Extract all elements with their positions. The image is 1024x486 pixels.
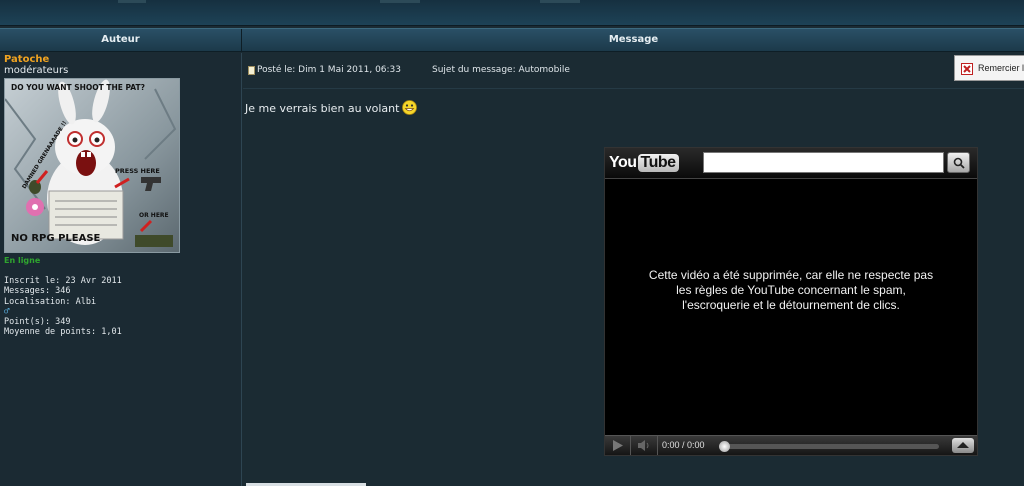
grin-smiley-icon bbox=[402, 100, 418, 115]
video-controls: 0:00 / 0:00 bbox=[605, 435, 977, 455]
stat-messages: Messages: 346 bbox=[4, 286, 71, 297]
message-line: Cette vidéo a été supprimée, car elle ne… bbox=[648, 268, 934, 282]
post-icon[interactable] bbox=[248, 66, 255, 75]
avatar-image: DO YOU WANT SHOOT THE PAT? DAMNED GRENAA… bbox=[5, 79, 179, 252]
avatar: DO YOU WANT SHOOT THE PAT? DAMNED GRENAA… bbox=[4, 78, 180, 253]
chevron-up-icon bbox=[957, 442, 969, 448]
youtube-embed[interactable]: You Tube Cette vidéo a été supprimée, car… bbox=[604, 147, 978, 456]
search-icon bbox=[953, 157, 965, 169]
video-time: 0:00 / 0:00 bbox=[662, 440, 705, 450]
svg-text:PRESS HERE: PRESS HERE bbox=[115, 167, 160, 175]
stat-location: Localisation: Albi bbox=[4, 296, 97, 307]
male-symbol-icon: ♂ bbox=[4, 306, 10, 317]
column-header-message: Message bbox=[608, 34, 659, 45]
close-x-icon bbox=[961, 63, 973, 75]
youtube-top-bar: You Tube bbox=[605, 148, 977, 179]
column-header-author: Auteur bbox=[0, 29, 242, 51]
banner-notch bbox=[118, 0, 146, 3]
svg-text:NO RPG PLEASE: NO RPG PLEASE bbox=[11, 233, 101, 244]
speaker-icon bbox=[638, 440, 649, 451]
stat-joined: Inscrit le: 23 Avr 2011 bbox=[4, 276, 122, 286]
author-username[interactable]: Patoche bbox=[4, 54, 49, 65]
banner-notch bbox=[380, 0, 420, 3]
message-line: l'escroquerie et le détournement de clic… bbox=[682, 298, 900, 312]
stat-avg-points: Moyenne de points: 1,01 bbox=[4, 327, 122, 338]
message-line: les règles de YouTube concernant le spam… bbox=[676, 283, 906, 297]
play-icon bbox=[613, 440, 623, 451]
video-removed-message: Cette vidéo a été supprimée, car elle ne… bbox=[625, 268, 957, 313]
thank-button-label: Remercier l bbox=[978, 63, 1024, 73]
progress-knob[interactable] bbox=[719, 441, 730, 452]
play-button[interactable] bbox=[605, 436, 631, 455]
table-header: Auteur Message bbox=[0, 28, 1024, 52]
post-subject: Sujet du message: Automobile bbox=[432, 65, 570, 75]
expand-button[interactable] bbox=[952, 438, 974, 453]
post-header: Posté le: Dim 1 Mai 2011, 06:33 Sujet du… bbox=[243, 53, 1024, 89]
stat-points: Point(s): 349 bbox=[4, 316, 71, 327]
post-text: Je me verrais bien au volant bbox=[245, 102, 400, 115]
banner-notch bbox=[540, 0, 580, 3]
post-body: Je me verrais bien au volant bbox=[245, 100, 418, 115]
post-date: Posté le: Dim 1 Mai 2011, 06:33 bbox=[257, 65, 402, 75]
search-button[interactable] bbox=[947, 152, 970, 173]
online-status: En ligne bbox=[4, 256, 41, 265]
youtube-search-input[interactable] bbox=[703, 152, 944, 173]
top-banner bbox=[0, 0, 1024, 26]
author-stats: Inscrit le: 23 Avr 2011 Messages: 346 Lo… bbox=[4, 276, 122, 337]
svg-text:OR HERE: OR HERE bbox=[139, 212, 169, 219]
volume-button[interactable] bbox=[632, 436, 658, 455]
svg-text:DO YOU WANT SHOOT THE PAT?: DO YOU WANT SHOOT THE PAT? bbox=[11, 83, 145, 92]
author-rank: modérateurs bbox=[4, 65, 69, 76]
progress-bar[interactable] bbox=[719, 441, 939, 452]
thank-button[interactable]: Remercier l bbox=[954, 55, 1024, 81]
author-panel: Patoche modérateurs DO YOU WANT SHOOT TH… bbox=[0, 53, 242, 486]
youtube-logo[interactable]: You Tube bbox=[609, 154, 679, 173]
